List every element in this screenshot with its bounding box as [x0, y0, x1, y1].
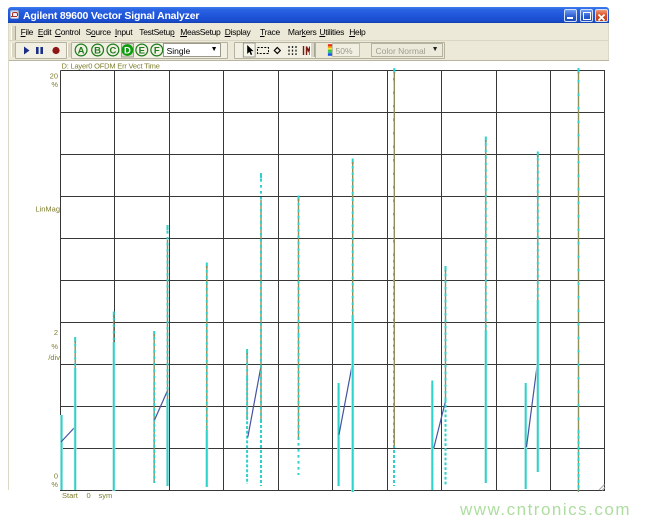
svg-text:LinMag: LinMag [35, 205, 60, 214]
svg-text:D: D [124, 45, 131, 56]
svg-text:%: % [51, 342, 58, 351]
svg-text:www.cntronics.com: www.cntronics.com [459, 500, 631, 519]
svg-text:/div: /div [48, 353, 60, 362]
svg-text:%: % [51, 80, 58, 89]
svg-text:%: % [51, 480, 58, 489]
svg-text:2: 2 [54, 328, 58, 337]
svg-text:Start: Start [62, 491, 79, 500]
svg-text:F: F [154, 45, 160, 56]
svg-text:E: E [139, 45, 145, 56]
svg-text:A: A [78, 45, 85, 56]
svg-text:0: 0 [87, 491, 91, 500]
svg-text:B: B [94, 45, 101, 56]
svg-text:C: C [109, 45, 116, 56]
svg-text:sym: sym [99, 491, 113, 500]
svg-text:D: Layer0 OFDM Err Vect Time: D: Layer0 OFDM Err Vect Time [62, 62, 160, 71]
